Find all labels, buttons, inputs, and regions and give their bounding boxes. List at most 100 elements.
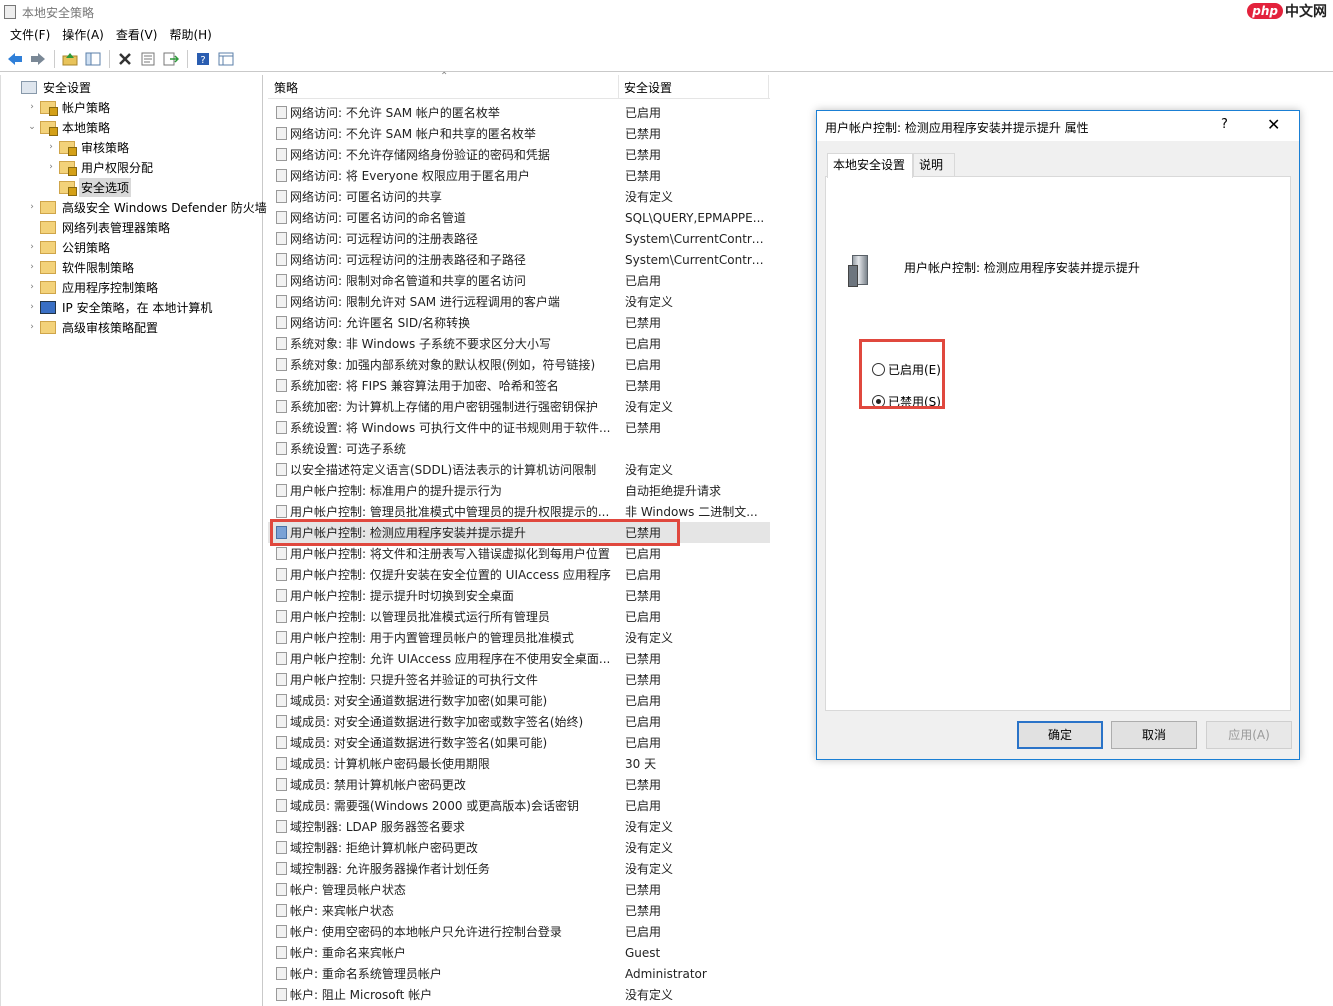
table-row[interactable]: 用户帐户控制: 只提升签名并验证的可执行文件 已禁用 xyxy=(268,669,770,690)
tree-item[interactable]: 网络列表管理器策略 xyxy=(26,217,172,237)
chevron-right-icon[interactable]: › xyxy=(26,242,38,252)
tab-local-security-setting[interactable]: 本地安全设置 xyxy=(827,153,913,178)
table-row[interactable]: 网络访问: 将 Everyone 权限应用于匿名用户 已禁用 xyxy=(268,165,770,186)
ok-button[interactable]: 确定 xyxy=(1017,721,1103,749)
table-row[interactable]: 网络访问: 可匿名访问的共享 没有定义 xyxy=(268,186,770,207)
table-row[interactable]: 网络访问: 可匿名访问的命名管道 SQL\QUERY,EPMAPPE... xyxy=(268,207,770,228)
table-row[interactable]: 帐户: 阻止 Microsoft 帐户 没有定义 xyxy=(268,984,770,1005)
chevron-right-icon[interactable]: › xyxy=(26,282,38,292)
table-row[interactable]: 域控制器: 允许服务器操作者计划任务 没有定义 xyxy=(268,858,770,879)
radio-disabled[interactable]: 已禁用(S) xyxy=(872,393,941,410)
table-row[interactable]: 帐户: 管理员帐户状态 已禁用 xyxy=(268,879,770,900)
table-row[interactable]: 系统加密: 为计算机上存储的用户密钥强制进行强密钥保护 没有定义 xyxy=(268,396,770,417)
security-setting-cell: Guest xyxy=(625,945,661,960)
menu-file[interactable]: 文件(F) xyxy=(4,25,56,45)
table-row[interactable]: 域控制器: LDAP 服务器签名要求 没有定义 xyxy=(268,816,770,837)
delete-icon[interactable] xyxy=(114,48,136,70)
table-row[interactable]: 系统设置: 可选子系统 xyxy=(268,438,770,459)
policy-name-cell: 帐户: 重命名来宾帐户 xyxy=(290,946,406,960)
menu-help[interactable]: 帮助(H) xyxy=(163,25,217,45)
tree-item[interactable]: › 帐户策略 xyxy=(26,97,112,117)
tree-item[interactable]: › 用户权限分配 xyxy=(45,157,155,177)
table-row[interactable]: 帐户: 重命名系统管理员帐户 Administrator xyxy=(268,963,770,984)
up-folder-icon[interactable] xyxy=(59,48,81,70)
table-row[interactable]: 网络访问: 不允许 SAM 帐户的匿名枚举 已启用 xyxy=(268,102,770,123)
table-row[interactable]: 用户帐户控制: 管理员批准模式中管理员的提升权限提示的... 非 Windows … xyxy=(268,501,770,522)
forward-arrow-icon[interactable] xyxy=(27,48,49,70)
table-row[interactable]: 域成员: 需要强(Windows 2000 或更高版本)会话密钥 已启用 xyxy=(268,795,770,816)
chevron-down-icon[interactable]: ⌄ xyxy=(26,122,38,132)
table-row[interactable]: 域成员: 对安全通道数据进行数字加密或数字签名(始终) 已启用 xyxy=(268,711,770,732)
radio-enabled-circle[interactable] xyxy=(872,363,885,376)
table-row[interactable]: 网络访问: 不允许 SAM 帐户和共享的匿名枚举 已禁用 xyxy=(268,123,770,144)
tree-item[interactable]: › 公钥策略 xyxy=(26,237,112,257)
back-arrow-icon[interactable] xyxy=(4,48,26,70)
export-list-icon[interactable] xyxy=(160,48,182,70)
chevron-right-icon[interactable]: › xyxy=(45,162,57,172)
radio-enabled[interactable]: 已启用(E) xyxy=(872,361,941,378)
table-row[interactable]: 用户帐户控制: 标准用户的提升提示行为 自动拒绝提升请求 xyxy=(268,480,770,501)
tree-item[interactable]: › 软件限制策略 xyxy=(26,257,136,277)
cancel-button[interactable]: 取消 xyxy=(1111,721,1197,749)
column-divider[interactable] xyxy=(768,75,769,99)
column-header-setting[interactable]: 安全设置 xyxy=(618,75,768,99)
tree-item[interactable]: › 高级安全 Windows Defender 防火墙 xyxy=(26,197,269,217)
tab-explain[interactable]: 说明 xyxy=(913,153,955,177)
table-row[interactable]: 用户帐户控制: 检测应用程序安装并提示提升 已禁用 xyxy=(268,522,770,543)
table-row[interactable]: 域控制器: 拒绝计算机帐户密码更改 没有定义 xyxy=(268,837,770,858)
dialog-close-button[interactable]: ✕ xyxy=(1267,115,1280,134)
help-icon[interactable]: ? xyxy=(192,48,214,70)
apply-button[interactable]: 应用(A) xyxy=(1206,721,1292,749)
table-row[interactable]: 用户帐户控制: 提示提升时切换到安全桌面 已禁用 xyxy=(268,585,770,606)
tree-item[interactable]: 安全设置 xyxy=(7,77,93,97)
chevron-right-icon[interactable]: › xyxy=(26,202,38,212)
table-row[interactable]: 用户帐户控制: 允许 UIAccess 应用程序在不使用安全桌面... 已禁用 xyxy=(268,648,770,669)
tree-item[interactable]: › 应用程序控制策略 xyxy=(26,277,160,297)
radio-disabled-circle[interactable] xyxy=(872,395,885,408)
table-row[interactable]: 域成员: 禁用计算机帐户密码更改 已禁用 xyxy=(268,774,770,795)
table-row[interactable]: 网络访问: 可远程访问的注册表路径和子路径 System\CurrentContr… xyxy=(268,249,770,270)
menu-action[interactable]: 操作(A) xyxy=(56,25,110,45)
tree-item[interactable]: ⌄ 本地策略 xyxy=(26,117,112,137)
dialog-help-button[interactable]: ? xyxy=(1221,117,1228,132)
table-row[interactable]: 域成员: 对安全通道数据进行数字加密(如果可能) 已启用 xyxy=(268,690,770,711)
chevron-right-icon[interactable]: › xyxy=(26,102,38,112)
chevron-right-icon[interactable]: › xyxy=(26,322,38,332)
table-row[interactable]: 网络访问: 不允许存储网络身份验证的密码和凭据 已禁用 xyxy=(268,144,770,165)
table-row[interactable]: 用户帐户控制: 用于内置管理员帐户的管理员批准模式 没有定义 xyxy=(268,627,770,648)
tree-item-label: 软件限制策略 xyxy=(62,260,135,275)
table-row[interactable]: 网络访问: 可远程访问的注册表路径 System\CurrentContro... xyxy=(268,228,770,249)
table-row[interactable]: 系统对象: 非 Windows 子系统不要求区分大小写 已启用 xyxy=(268,333,770,354)
table-row[interactable]: 系统加密: 将 FIPS 兼容算法用于加密、哈希和签名 已禁用 xyxy=(268,375,770,396)
tree-item[interactable]: › IP 安全策略，在 本地计算机 xyxy=(26,297,214,317)
tree-item[interactable]: › 审核策略 xyxy=(45,137,131,157)
view-icon[interactable] xyxy=(215,48,237,70)
table-row[interactable]: 帐户: 重命名来宾帐户 Guest xyxy=(268,942,770,963)
properties-icon[interactable] xyxy=(137,48,159,70)
policy-item-icon xyxy=(276,127,287,140)
chevron-right-icon[interactable]: › xyxy=(45,142,57,152)
tree-item[interactable]: 安全选项 xyxy=(45,177,132,197)
tree-item[interactable]: › 高级审核策略配置 xyxy=(26,317,160,337)
security-setting-cell: 已禁用 xyxy=(625,169,662,183)
table-row[interactable]: 帐户: 来宾帐户状态 已禁用 xyxy=(268,900,770,921)
table-row[interactable]: 域成员: 计算机帐户密码最长使用期限 30 天 xyxy=(268,753,770,774)
table-row[interactable]: 系统对象: 加强内部系统对象的默认权限(例如，符号链接) 已启用 xyxy=(268,354,770,375)
table-row[interactable]: 用户帐户控制: 以管理员批准模式运行所有管理员 已启用 xyxy=(268,606,770,627)
table-row[interactable]: 用户帐户控制: 仅提升安装在安全位置的 UIAccess 应用程序 已启用 xyxy=(268,564,770,585)
table-row[interactable]: 网络访问: 限制允许对 SAM 进行远程调用的客户端 没有定义 xyxy=(268,291,770,312)
table-row[interactable]: 用户帐户控制: 将文件和注册表写入错误虚拟化到每用户位置 已启用 xyxy=(268,543,770,564)
table-row[interactable]: 网络访问: 限制对命名管道和共享的匿名访问 已启用 xyxy=(268,270,770,291)
show-tree-icon[interactable] xyxy=(82,48,104,70)
chevron-right-icon[interactable]: › xyxy=(26,302,38,312)
security-setting-cell: 已禁用 xyxy=(625,883,662,897)
table-row[interactable]: 系统设置: 将 Windows 可执行文件中的证书规则用于软件... 已禁用 xyxy=(268,417,770,438)
menu-view[interactable]: 查看(V) xyxy=(110,25,164,45)
table-row[interactable]: 帐户: 使用空密码的本地帐户只允许进行控制台登录 已启用 xyxy=(268,921,770,942)
chevron-right-icon[interactable]: › xyxy=(26,262,38,272)
table-row[interactable]: 以安全描述符定义语言(SDDL)语法表示的计算机访问限制 没有定义 xyxy=(268,459,770,480)
column-header-policy[interactable]: 策略 xyxy=(268,75,618,99)
policy-item-icon xyxy=(276,148,287,161)
table-row[interactable]: 网络访问: 允许匿名 SID/名称转换 已禁用 xyxy=(268,312,770,333)
table-row[interactable]: 域成员: 对安全通道数据进行数字签名(如果可能) 已启用 xyxy=(268,732,770,753)
